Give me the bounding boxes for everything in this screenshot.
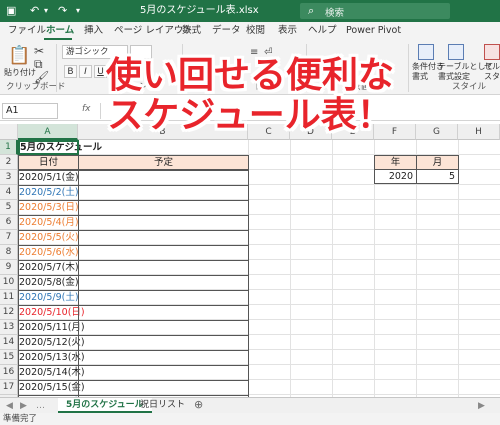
plan-cell[interactable] <box>78 215 249 231</box>
caption-line-2: スケジュール表！ <box>107 95 393 136</box>
month-value-cell[interactable]: 5 <box>416 169 459 184</box>
date-cell[interactable]: 2020/5/4(月) <box>18 215 79 231</box>
search-placeholder: 検索 <box>325 8 345 19</box>
date-cell[interactable]: 2020/5/12(火) <box>18 335 85 351</box>
tab-formulas[interactable]: 数式 <box>182 25 201 37</box>
tab-view[interactable]: 表示 <box>278 25 297 37</box>
row-header[interactable]: 4 <box>0 185 18 200</box>
date-cell[interactable]: 2020/5/5(火) <box>18 230 79 246</box>
plan-cell[interactable] <box>78 245 249 261</box>
scroll-right-icon[interactable]: ▶ <box>20 399 27 413</box>
plan-cell[interactable] <box>78 320 249 336</box>
row-header[interactable]: 7 <box>0 230 18 245</box>
undo-icon[interactable]: ↶ <box>30 4 39 18</box>
sheet-tab-bar: ◀ ▶ … 5月のスケジュール 祝日リスト ⊕ ▶ <box>0 397 500 413</box>
date-cell[interactable]: 2020/5/9(土) <box>18 290 79 306</box>
undo-dropdown-icon[interactable]: ▾ <box>44 4 48 18</box>
tab-file[interactable]: ファイル <box>8 25 46 37</box>
row-header[interactable]: 3 <box>0 170 18 185</box>
plan-cell[interactable] <box>78 260 249 276</box>
gridline <box>290 140 291 397</box>
title-bar: ▣ ↶ ▾ ↷ ▾ 5月のスケジュール表.xlsx ⌕ 検索 <box>0 0 500 22</box>
sheet-tab-holidays[interactable]: 祝日リスト <box>132 398 193 413</box>
tab-help[interactable]: ヘルプ <box>308 25 337 37</box>
plan-cell[interactable] <box>78 335 249 351</box>
date-header-cell[interactable]: 日付 <box>18 155 79 170</box>
plan-cell[interactable] <box>78 380 249 396</box>
more-sheets-icon[interactable]: … <box>36 399 45 413</box>
status-bar: 準備完了 <box>0 413 500 425</box>
tab-home[interactable]: ホーム <box>46 25 74 37</box>
worksheet-grid[interactable]: A B C D E F G H 1 2 3 4 5 6 7 8 9 10 11 12 13 14 15 16 1… <box>0 124 500 397</box>
plan-cell[interactable] <box>78 350 249 366</box>
tab-data[interactable]: データ <box>212 25 241 37</box>
date-cell[interactable]: 2020/5/3(日) <box>18 200 79 216</box>
plan-cell[interactable] <box>78 275 249 291</box>
year-header-cell[interactable]: 年 <box>374 155 417 170</box>
row-header[interactable]: 15 <box>0 350 18 365</box>
add-sheet-icon[interactable]: ⊕ <box>194 398 203 412</box>
date-cell[interactable]: 2020/5/13(水) <box>18 350 85 366</box>
ribbon-tabs: ファイル ホーム 挿入 ページ レイアウト 数式 データ 校閲 表示 ヘルプ P… <box>0 22 500 40</box>
month-header-cell[interactable]: 月 <box>416 155 459 170</box>
plan-cell[interactable] <box>78 200 249 216</box>
date-cell[interactable]: 2020/5/11(月) <box>18 320 85 336</box>
excel-window: ▣ ↶ ▾ ↷ ▾ 5月のスケジュール表.xlsx ⌕ 検索 ファイル ホーム … <box>0 0 500 425</box>
row-header[interactable]: 5 <box>0 200 18 215</box>
row-header[interactable]: 14 <box>0 335 18 350</box>
plan-cell[interactable] <box>78 230 249 246</box>
row-header[interactable]: 13 <box>0 320 18 335</box>
search-icon: ⌕ <box>308 4 315 17</box>
row-header[interactable]: 12 <box>0 305 18 320</box>
date-cell[interactable]: 2020/5/10(日) <box>18 305 85 321</box>
date-cell[interactable]: 2020/5/2(土) <box>18 185 79 201</box>
row-header[interactable]: 6 <box>0 215 18 230</box>
plan-cell[interactable] <box>78 185 249 201</box>
row-header[interactable]: 2 <box>0 155 18 170</box>
redo-icon[interactable]: ↷ <box>58 4 67 18</box>
tab-review[interactable]: 校閲 <box>246 25 265 37</box>
date-cell[interactable]: 2020/5/1(金) <box>18 170 79 186</box>
scroll-left-icon[interactable]: ◀ <box>6 399 13 413</box>
plan-header-cell[interactable]: 予定 <box>78 155 249 170</box>
date-cell[interactable]: 2020/5/15(金) <box>18 380 85 396</box>
year-value-cell[interactable]: 2020 <box>374 169 417 184</box>
plan-cell[interactable] <box>78 290 249 306</box>
date-cell[interactable]: 2020/5/6(水) <box>18 245 79 261</box>
plan-cell[interactable] <box>78 305 249 321</box>
plan-cell[interactable] <box>78 365 249 381</box>
search-box[interactable]: ⌕ 検索 <box>300 3 450 19</box>
row-header[interactable]: 9 <box>0 260 18 275</box>
tab-power-pivot[interactable]: Power Pivot <box>346 25 401 37</box>
plan-cell[interactable] <box>78 170 249 186</box>
save-icon[interactable]: ▣ <box>6 4 16 18</box>
tab-insert[interactable]: 挿入 <box>84 25 103 37</box>
row-header[interactable]: 11 <box>0 290 18 305</box>
window-title: 5月のスケジュール表.xlsx <box>140 5 259 16</box>
date-cell[interactable]: 2020/5/14(木) <box>18 365 85 381</box>
hscroll-right-icon[interactable]: ▶ <box>478 399 485 413</box>
date-cell[interactable]: 2020/5/8(金) <box>18 275 79 291</box>
row-header[interactable]: 16 <box>0 365 18 380</box>
customize-qat-icon[interactable]: ▾ <box>76 4 80 18</box>
date-cell[interactable]: 2020/5/7(木) <box>18 260 79 276</box>
active-cell-outline <box>18 140 79 155</box>
row-header[interactable]: 10 <box>0 275 18 290</box>
row-header[interactable]: 17 <box>0 380 18 395</box>
gridline <box>332 140 333 397</box>
row-header[interactable]: 8 <box>0 245 18 260</box>
row-header[interactable]: 1 <box>0 140 18 155</box>
